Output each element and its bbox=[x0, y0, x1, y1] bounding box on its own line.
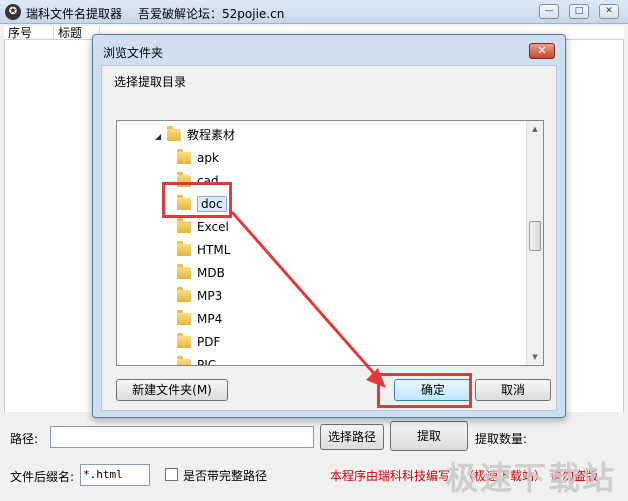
annotation-arrow bbox=[230, 211, 386, 388]
annotation-arrow-line bbox=[230, 211, 380, 379]
annotation-arrow-head bbox=[366, 368, 386, 388]
